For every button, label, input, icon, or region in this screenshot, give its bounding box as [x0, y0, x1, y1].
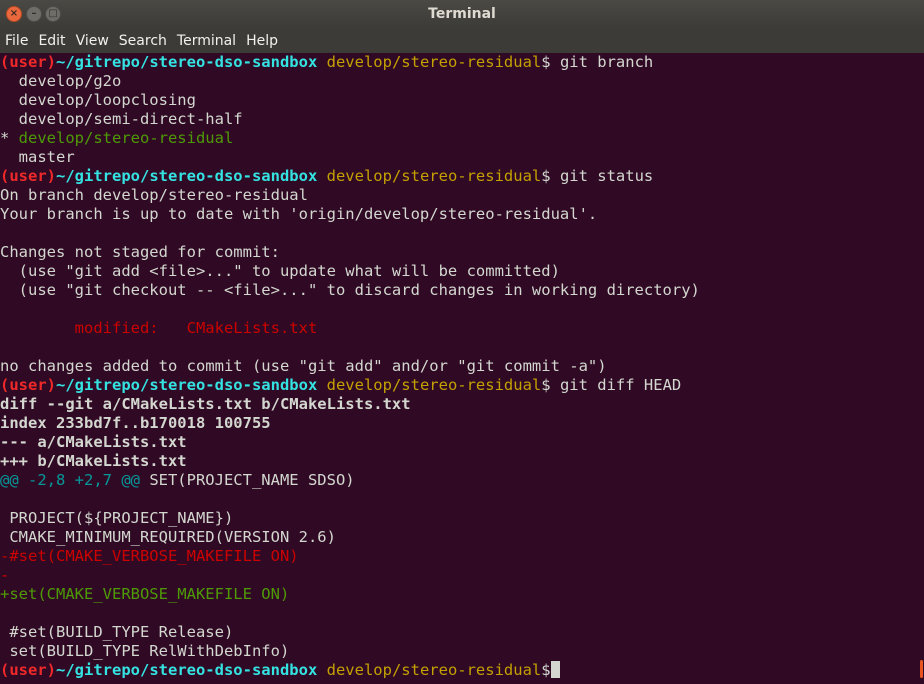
terminal-line: #set(BUILD_TYPE Release) [0, 623, 918, 642]
terminal-line: +set(CMAKE_VERBOSE_MAKEFILE ON) [0, 585, 918, 604]
prompt-user: (user) [0, 53, 56, 71]
diff-header-line: diff --git a/CMakeLists.txt b/CMakeLists… [0, 395, 411, 413]
terminal-line: no changes added to commit (use "git add… [0, 357, 918, 376]
current-branch-marker: * [0, 129, 19, 147]
removed-line: modified: CMakeLists.txt [0, 319, 318, 337]
terminal-output[interactable]: (user)~/gitrepo/stereo-dso-sandbox devel… [0, 53, 918, 684]
output-text: On branch develop/stereo-residual [0, 186, 308, 204]
diff-header-line: --- a/CMakeLists.txt [0, 433, 187, 451]
terminal-line: set(BUILD_TYPE RelWithDebInfo) [0, 642, 918, 661]
output-text: (use "git add <file>..." to update what … [0, 262, 560, 280]
diff-hunk-context: SET(PROJECT_NAME SDSO) [139, 471, 355, 489]
diff-hunk-header: @@ -2,8 +2,7 @@ [0, 471, 140, 489]
terminal-line: (user)~/gitrepo/stereo-dso-sandbox devel… [0, 167, 918, 186]
prompt-branch: develop/stereo-residual [317, 376, 542, 394]
prompt-symbol: $ [541, 53, 551, 71]
output-text: Changes not staged for commit: [0, 243, 280, 261]
menu-view[interactable]: View [71, 33, 114, 49]
diff-header-line: +++ b/CMakeLists.txt [0, 452, 187, 470]
terminal-line: (use "git checkout -- <file>..." to disc… [0, 281, 918, 300]
output-text: (use "git checkout -- <file>..." to disc… [0, 281, 700, 299]
prompt-user: (user) [0, 376, 56, 394]
menu-terminal[interactable]: Terminal [172, 33, 241, 49]
output-text: #set(BUILD_TYPE Release) [0, 623, 234, 641]
terminal-window: × – □ Terminal File Edit View Search Termina… [0, 0, 924, 684]
prompt-path: ~/gitrepo/stereo-dso-sandbox [56, 661, 318, 679]
command-text: git diff HEAD [550, 376, 682, 394]
removed-line: - [0, 566, 10, 584]
terminal-line: (user)~/gitrepo/stereo-dso-sandbox devel… [0, 376, 918, 395]
prompt-path: ~/gitrepo/stereo-dso-sandbox [56, 167, 318, 185]
menu-edit[interactable]: Edit [33, 33, 70, 49]
prompt-branch: develop/stereo-residual [317, 661, 542, 679]
text-cursor [550, 661, 560, 678]
output-text: develop/semi-direct-half [0, 110, 243, 128]
terminal-line: @@ -2,8 +2,7 @@ SET(PROJECT_NAME SDSO) [0, 471, 918, 490]
prompt-branch: develop/stereo-residual [317, 167, 542, 185]
prompt-user: (user) [0, 661, 56, 679]
terminal-line: PROJECT(${PROJECT_NAME}) [0, 509, 918, 528]
menu-file[interactable]: File [0, 33, 33, 49]
output-text: PROJECT(${PROJECT_NAME}) [0, 509, 234, 527]
terminal-line: Your branch is up to date with 'origin/d… [0, 205, 918, 224]
prompt-user: (user) [0, 167, 56, 185]
added-line: +set(CMAKE_VERBOSE_MAKEFILE ON) [0, 585, 290, 603]
terminal-line: - [0, 566, 918, 585]
menu-search[interactable]: Search [114, 33, 172, 49]
terminal-line: develop/g2o [0, 72, 918, 91]
terminal-line: Changes not staged for commit: [0, 243, 918, 262]
terminal-line: (use "git add <file>..." to update what … [0, 262, 918, 281]
menu-help[interactable]: Help [241, 33, 283, 49]
terminal-line: -#set(CMAKE_VERBOSE_MAKEFILE ON) [0, 547, 918, 566]
terminal-line: --- a/CMakeLists.txt [0, 433, 918, 452]
terminal-line: develop/loopclosing [0, 91, 918, 110]
terminal-line: diff --git a/CMakeLists.txt b/CMakeLists… [0, 395, 918, 414]
terminal-line: On branch develop/stereo-residual [0, 186, 918, 205]
title-bar[interactable]: × – □ Terminal [0, 0, 924, 29]
output-text: CMAKE_MINIMUM_REQUIRED(VERSION 2.6) [0, 528, 336, 546]
prompt-symbol: $ [541, 167, 551, 185]
prompt-symbol: $ [541, 661, 551, 679]
prompt-branch: develop/stereo-residual [317, 53, 542, 71]
prompt-path: ~/gitrepo/stereo-dso-sandbox [56, 53, 318, 71]
prompt-symbol: $ [541, 376, 551, 394]
removed-line: -#set(CMAKE_VERBOSE_MAKEFILE ON) [0, 547, 299, 565]
output-text: no changes added to commit (use "git add… [0, 357, 607, 375]
output-text: Your branch is up to date with 'origin/d… [0, 205, 598, 223]
window-title: Terminal [428, 6, 496, 22]
scrollbar-thumb[interactable] [920, 660, 923, 678]
output-text: develop/loopclosing [0, 91, 196, 109]
output-text: set(BUILD_TYPE RelWithDebInfo) [0, 642, 290, 660]
terminal-line: modified: CMakeLists.txt [0, 319, 918, 338]
terminal-line: +++ b/CMakeLists.txt [0, 452, 918, 471]
terminal-line: master [0, 148, 918, 167]
terminal-scrollbar[interactable] [918, 53, 924, 684]
menu-bar: File Edit View Search Terminal Help [0, 29, 924, 53]
output-text: master [0, 148, 75, 166]
terminal-line: CMAKE_MINIMUM_REQUIRED(VERSION 2.6) [0, 528, 918, 547]
terminal-line: (user)~/gitrepo/stereo-dso-sandbox devel… [0, 53, 918, 72]
terminal-line: develop/semi-direct-half [0, 110, 918, 129]
current-branch-name: develop/stereo-residual [18, 129, 234, 147]
terminal-line: (user)~/gitrepo/stereo-dso-sandbox devel… [0, 661, 918, 680]
command-text: git status [550, 167, 654, 185]
terminal-line: * develop/stereo-residual [0, 129, 918, 148]
terminal-line: index 233bd7f..b170018 100755 [0, 414, 918, 433]
diff-header-line: index 233bd7f..b170018 100755 [0, 414, 271, 432]
output-text: develop/g2o [0, 72, 122, 90]
command-text: git branch [550, 53, 654, 71]
prompt-path: ~/gitrepo/stereo-dso-sandbox [56, 376, 318, 394]
